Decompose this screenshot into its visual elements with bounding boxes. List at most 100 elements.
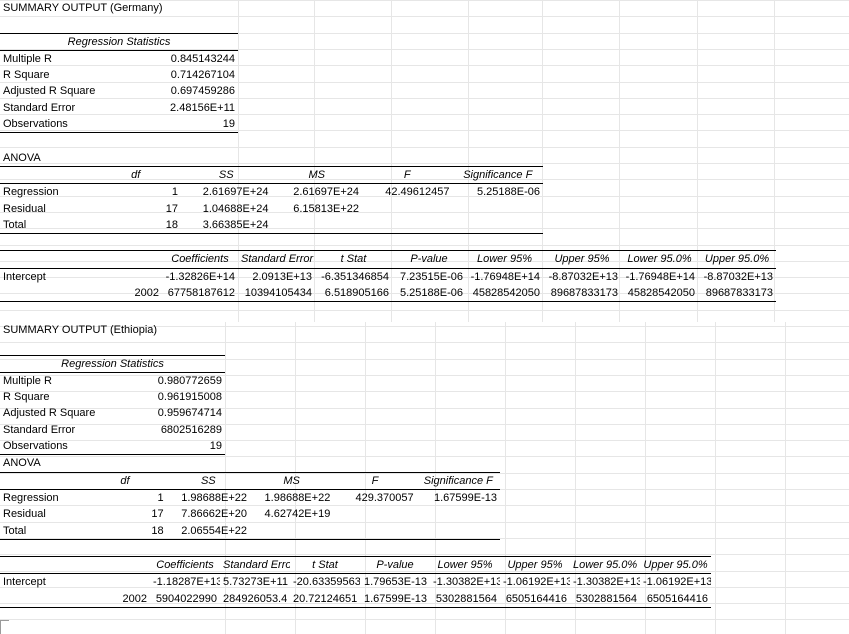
anova-col-ms: MS: [249, 472, 334, 490]
stat-label: R Square: [3, 69, 50, 82]
stat-value: 0.697459286: [170, 85, 235, 98]
anova-df: 1: [157, 491, 164, 504]
regression-statistics-heading: Regression Statistics: [0, 354, 225, 373]
table-row: Regression Statistics: [0, 354, 225, 373]
anova-col-blank: [0, 166, 91, 185]
coef-value: -1.32826E+14: [165, 270, 235, 283]
table-row: Coefficients Standard Error t Stat P-val…: [0, 250, 776, 269]
anova-col-df: df: [83, 472, 167, 490]
coef-lower95: -1.76948E+14: [470, 270, 540, 283]
table-row: Regression 1 2.61697E+24 2.61697E+24 42.…: [0, 184, 543, 201]
table-row: R Square 0.714267104: [0, 67, 238, 83]
anova-row-label: Residual: [3, 508, 46, 521]
stat-label: Multiple R: [3, 52, 52, 65]
anova-col-ss: SS: [181, 166, 272, 185]
anova-ms: 1.98688E+22: [264, 491, 331, 504]
coef-upper950: 89687833173: [698, 285, 776, 303]
anova-ms: 6.15813E+22: [293, 202, 359, 215]
coef-col-pvalue: P-value: [360, 556, 430, 575]
summary-output-title: SUMMARY OUTPUT (Germany): [3, 2, 163, 14]
anova-col-f: F: [362, 166, 453, 185]
table-row: Adjusted R Square 0.697459286: [0, 83, 238, 99]
stat-value: 0.714267104: [170, 69, 235, 82]
coef-col-upper950: Upper 95.0%: [698, 250, 776, 269]
table-row: Observations 19: [0, 116, 238, 134]
stat-label: Adjusted R Square: [3, 85, 96, 98]
table-row: Standard Error 2.48156E+11: [0, 100, 238, 116]
stat-value: 19: [119, 116, 238, 134]
coef-row-label: Intercept: [3, 270, 46, 283]
coef-col-coef: Coefficients: [150, 556, 220, 575]
coef-lower950: -1.30382E+13: [573, 576, 640, 589]
table-row-spacer: [0, 234, 543, 251]
table-row: Intercept -1.18287E+13 5.73273E+11 -20.6…: [0, 574, 711, 591]
anova-ss: 7.86662E+20: [181, 508, 247, 521]
stat-value: 19: [112, 438, 225, 456]
coef-se: 2.0913E+13: [252, 270, 312, 283]
stat-value: 0.959674714: [157, 407, 222, 420]
anova-heading: ANOVA: [0, 149, 543, 167]
anova-ms: [249, 522, 334, 540]
coef-col-upper95: Upper 95%: [543, 250, 621, 269]
coef-tstat: -6.351346854: [321, 270, 389, 283]
anova-table-germany: ANOVA df SS MS F Significance F Regressi…: [0, 149, 543, 251]
anova-ss: 1.04688E+24: [202, 202, 269, 215]
anova-f: [362, 201, 453, 217]
regression-statistics-table-germany: Regression Statistics Multiple R 0.84514…: [0, 32, 238, 150]
anova-sig: [452, 216, 543, 235]
coef-tstat: 6.518905166: [315, 285, 392, 303]
table-row-spacer: [0, 539, 500, 556]
coef-col-se: Standard Error: [238, 250, 315, 269]
anova-ss: 3.66385E+24: [181, 216, 272, 235]
coef-col-pvalue: P-value: [392, 250, 466, 269]
summary-output-title: SUMMARY OUTPUT (Ethiopia): [3, 324, 158, 336]
coef-col-tstat: t Stat: [315, 250, 392, 269]
coef-tstat: -20.63359563: [293, 576, 360, 589]
table-row: 2002 5904022990 284926053.4 20.72124651 …: [0, 590, 711, 609]
table-row: ANOVA: [0, 455, 500, 473]
anova-ss: 1.98688E+22: [181, 491, 247, 504]
table-row-spacer: [0, 16, 238, 32]
anova-f: [333, 522, 417, 540]
anova-table-ethiopia: ANOVA df SS MS F Significance F Regressi…: [0, 455, 500, 556]
anova-ss: 2.61697E+24: [202, 186, 269, 199]
table-row: R Square 0.961915008: [0, 389, 225, 405]
coef-col-lower95: Lower 95%: [430, 556, 500, 575]
coef-col-upper950: Upper 95.0%: [640, 556, 711, 575]
anova-ss: 2.06554E+22: [166, 522, 250, 540]
anova-col-sigf: Significance F: [452, 166, 543, 185]
coef-col-tstat: t Stat: [290, 556, 360, 575]
coef-lower950: 5302881564: [570, 590, 640, 609]
spreadsheet-canvas[interactable]: SUMMARY OUTPUT (Germany) Regression Stat…: [0, 0, 849, 634]
table-row: Residual 17 1.04688E+24 6.15813E+22: [0, 201, 543, 217]
coef-upper95: 6505164416: [500, 590, 570, 609]
coef-lower950: 45828542050: [621, 285, 698, 303]
table-row: Regression Statistics: [0, 32, 238, 51]
stat-label: Standard Error: [3, 423, 76, 436]
anova-sig: [453, 201, 544, 217]
coef-col-blank: [0, 250, 162, 269]
coef-upper95: 89687833173: [543, 285, 621, 303]
stat-value: 2.48156E+11: [170, 101, 235, 114]
coef-row-label: 2002: [0, 285, 162, 303]
anova-row-label: Residual: [3, 202, 46, 215]
anova-row-label: Regression: [3, 186, 59, 199]
coef-col-coef: Coefficients: [162, 250, 238, 269]
anova-sig: 1.67599E-13: [434, 491, 497, 504]
coef-upper95: -8.87032E+13: [548, 270, 618, 283]
coef-value: 5904022990: [150, 590, 220, 609]
coef-pvalue: 5.25188E-06: [392, 285, 466, 303]
table-row: df SS MS F Significance F: [0, 166, 543, 185]
coef-value: 67758187612: [162, 285, 238, 303]
stat-label: Adjusted R Square: [3, 407, 96, 420]
anova-row-label: Regression: [3, 491, 59, 504]
table-row: 2002 67758187612 10394105434 6.518905166…: [0, 285, 776, 303]
anova-df: 18: [90, 216, 181, 235]
coef-upper950: 6505164416: [640, 590, 711, 609]
stat-value: 0.980772659: [157, 374, 222, 387]
anova-col-blank: [0, 472, 84, 490]
table-row: Intercept -1.32826E+14 2.0913E+13 -6.351…: [0, 268, 776, 285]
anova-ms: 2.61697E+24: [293, 186, 359, 199]
table-row: Standard Error 6802516289: [0, 422, 225, 438]
coef-pvalue: 1.79653E-13: [364, 576, 427, 589]
